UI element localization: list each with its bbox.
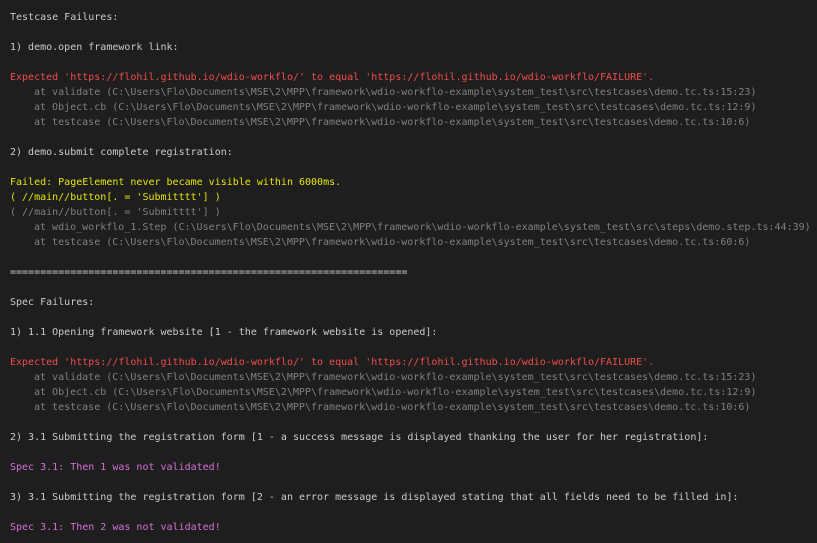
terminal-output: Testcase Failures: 1) demo.open framewor… (0, 0, 817, 535)
spec-failure-message: Spec 3.1: Then 1 was not validated! (10, 462, 221, 473)
stack-trace-line: at wdio_workflo_1.Step (C:\Users\Flo\Doc… (34, 222, 811, 233)
testcase-failure-message: Failed: PageElement never became visible… (10, 177, 342, 188)
stack-trace-line: at testcase (C:\Users\Flo\Documents\MSE\… (34, 117, 751, 128)
spec-failures-heading: Spec Failures: (10, 297, 95, 308)
stack-trace-line: at validate (C:\Users\Flo\Documents\MSE\… (34, 87, 757, 98)
spec-failure-title: 2) 3.1 Submitting the registration form … (10, 432, 709, 443)
stack-trace-line: at Object.cb (C:\Users\Flo\Documents\MSE… (34, 102, 757, 113)
spec-failure-title: 1) 1.1 Opening framework website [1 - th… (10, 327, 438, 338)
stack-trace-line: at testcase (C:\Users\Flo\Documents\MSE\… (34, 237, 751, 248)
testcase-failure-message: Expected 'https://flohil.github.io/wdio-… (10, 72, 655, 83)
stack-trace-line: at Object.cb (C:\Users\Flo\Documents\MSE… (34, 387, 757, 398)
stack-trace-line: at testcase (C:\Users\Flo\Documents\MSE\… (34, 402, 751, 413)
stack-trace-line: at validate (C:\Users\Flo\Documents\MSE\… (34, 372, 757, 383)
failure-selector-repeat: ( //main//button[. = 'Submitttt'] ) (10, 207, 221, 218)
testcase-failure-title: 1) demo.open framework link: (10, 42, 179, 53)
section-separator: ========================================… (10, 267, 408, 278)
testcase-failure-title: 2) demo.submit complete registration: (10, 147, 233, 158)
failure-selector: ( //main//button[. = 'Submitttt'] ) (10, 192, 221, 203)
spec-failure-message: Spec 3.1: Then 2 was not validated! (10, 522, 221, 533)
spec-failure-message: Expected 'https://flohil.github.io/wdio-… (10, 357, 655, 368)
spec-failure-title: 3) 3.1 Submitting the registration form … (10, 492, 739, 503)
testcase-failures-heading: Testcase Failures: (10, 12, 119, 23)
